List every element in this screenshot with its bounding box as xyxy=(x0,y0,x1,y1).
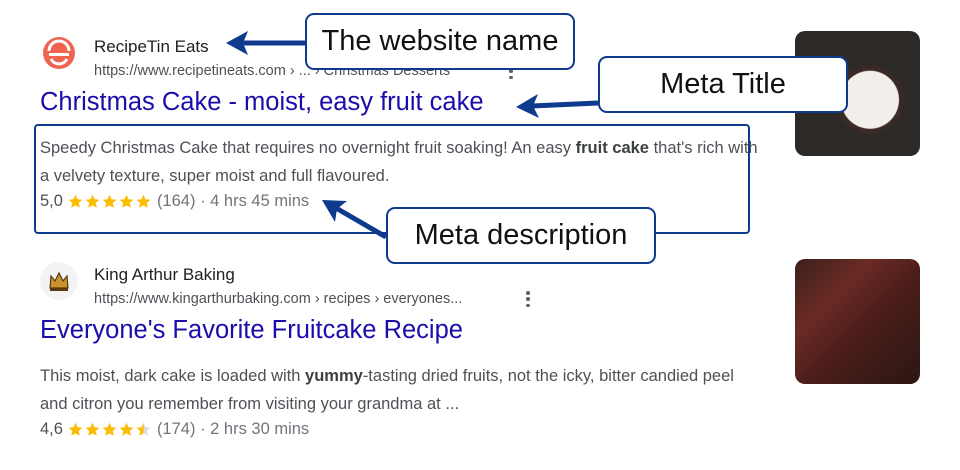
result-description: This moist, dark cake is loaded with yum… xyxy=(40,362,760,418)
description-keyword: yummy xyxy=(305,367,363,385)
more-vert-icon[interactable] xyxy=(520,289,536,309)
recipetin-favicon-icon xyxy=(40,34,78,72)
annotation-meta-description: Meta description xyxy=(386,207,656,264)
rating-row: 4,6 (174) · 2 hrs 30 mins xyxy=(40,420,309,439)
annotation-website-name: The website name xyxy=(305,13,575,70)
star-icon xyxy=(119,422,134,436)
fruitcake-thumbnail[interactable] xyxy=(795,259,920,384)
star-icon xyxy=(102,422,117,436)
cook-time: · 2 hrs 30 mins xyxy=(200,420,310,438)
rating-stars xyxy=(67,421,152,438)
result-title-link[interactable]: Christmas Cake - moist, easy fruit cake xyxy=(40,88,484,117)
result-title-link[interactable]: Everyone's Favorite Fruitcake Recipe xyxy=(40,316,463,345)
arrow-to-meta-title xyxy=(516,94,599,118)
king-arthur-favicon-icon xyxy=(40,262,78,300)
arrow-to-website-name xyxy=(226,31,305,55)
site-name[interactable]: RecipeTin Eats xyxy=(94,37,209,57)
star-icon xyxy=(68,422,83,436)
annotation-meta-title: Meta Title xyxy=(598,56,848,113)
rating-score: 4,6 xyxy=(40,420,63,438)
site-url[interactable]: https://www.kingarthurbaking.com › recip… xyxy=(94,291,462,307)
star-icon xyxy=(136,422,151,436)
rating-count: (174) xyxy=(156,420,196,438)
description-text: This moist, dark cake is loaded with xyxy=(40,367,306,385)
site-name[interactable]: King Arthur Baking xyxy=(94,265,235,285)
star-icon xyxy=(85,422,100,436)
